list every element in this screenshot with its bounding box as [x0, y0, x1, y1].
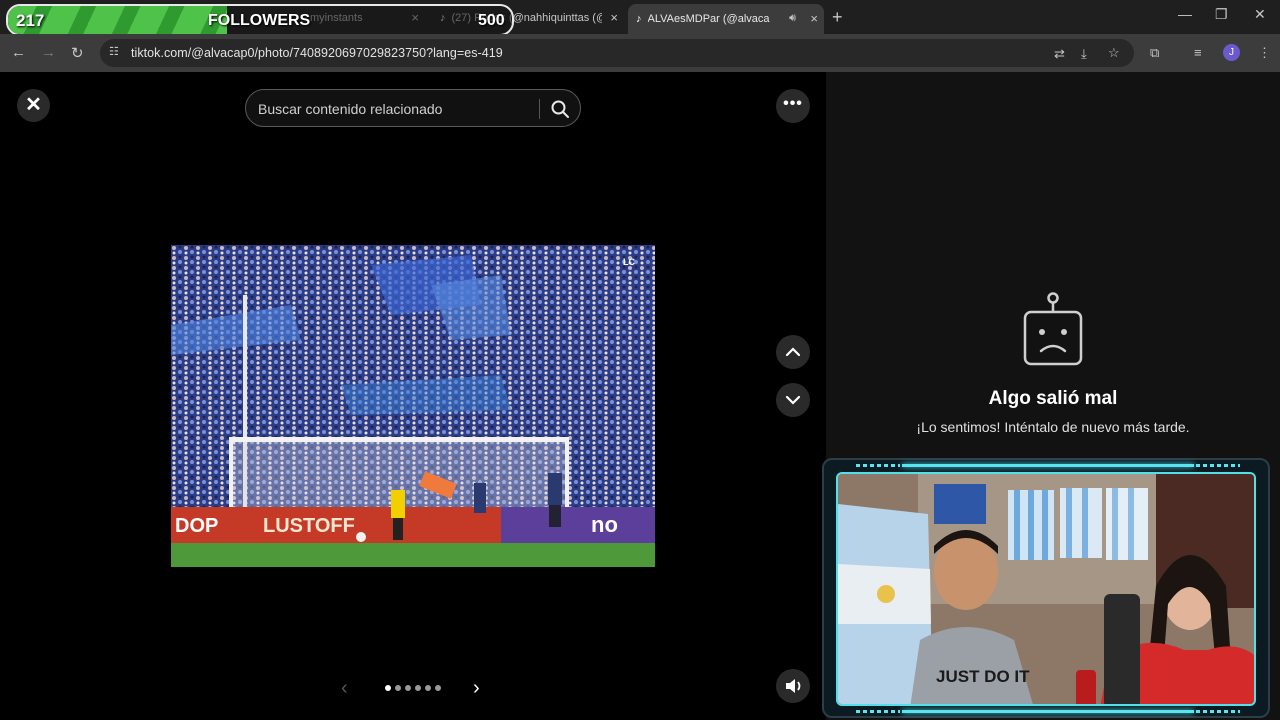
profile-avatar[interactable]: J	[1223, 44, 1240, 61]
carousel-prev-icon[interactable]: ‹	[341, 677, 348, 700]
photo-viewer: ✕ •••	[0, 72, 826, 720]
frame-accent	[1196, 710, 1240, 713]
chevron-down-icon	[785, 395, 801, 405]
translate-icon[interactable]: ⇄	[1054, 46, 1065, 62]
address-bar-row: ← → ↻ ☷ tiktok.com/@alvacap0/photo/74089…	[0, 34, 1280, 72]
extensions-icon[interactable]: ⧉	[1150, 45, 1159, 61]
webcam-feed: JUST DO IT	[836, 472, 1256, 706]
tab-title: ALVAesMDPar (@alvacap0)	[647, 13, 770, 25]
scroll-down-button[interactable]	[776, 383, 810, 417]
volume-icon	[786, 679, 801, 693]
error-title: Algo salió mal	[988, 388, 1118, 409]
streamers-image: JUST DO IT	[838, 474, 1254, 704]
webcam-overlay: JUST DO IT	[822, 458, 1270, 718]
carousel-dot[interactable]	[435, 685, 441, 691]
followers-count: 217	[16, 11, 45, 30]
bookmark-star-icon[interactable]: ☆	[1108, 45, 1120, 61]
minimize-button[interactable]: —	[1178, 6, 1192, 22]
close-viewer-button[interactable]: ✕	[17, 89, 50, 122]
frame-accent	[1196, 464, 1240, 467]
search-icon[interactable]	[550, 99, 570, 119]
frame-accent	[856, 710, 900, 713]
tiktok-favicon-icon: ♪	[636, 13, 642, 25]
volume-button[interactable]	[776, 669, 810, 703]
frame-accent	[856, 464, 900, 467]
carousel-dots	[385, 685, 441, 691]
carousel-next-icon[interactable]: ›	[473, 677, 480, 700]
restore-button[interactable]: ❐	[1215, 6, 1228, 23]
frame-accent	[902, 464, 1194, 467]
more-options-button[interactable]: •••	[776, 89, 810, 123]
chevron-up-icon	[785, 347, 801, 357]
svg-text:LUSTOFF: LUSTOFF	[263, 515, 355, 537]
url-text: tiktok.com/@alvacap0/photo/7408920697029…	[131, 46, 503, 60]
tab-close-icon[interactable]: ×	[810, 11, 818, 26]
svg-text:DOP: DOP	[175, 515, 218, 537]
carousel-dot[interactable]	[385, 685, 391, 691]
stadium-photo: DOP LUSTOFF no LC	[171, 245, 655, 567]
tab-close-icon[interactable]: ×	[610, 10, 618, 25]
url-field[interactable]: ☷ tiktok.com/@alvacap0/photo/74089206970…	[100, 39, 1134, 67]
new-tab-button[interactable]: +	[832, 7, 843, 28]
sad-robot-icon	[1023, 292, 1083, 366]
followers-goal-bar: 217 FOLLOWERS 500	[6, 4, 514, 36]
frame-accent	[902, 710, 1194, 713]
reload-icon[interactable]: ↻	[71, 44, 84, 62]
related-search-box	[245, 89, 581, 127]
carousel-dot[interactable]	[395, 685, 401, 691]
tab-audio-icon[interactable]: 🔊︎	[789, 12, 796, 25]
scroll-up-button[interactable]	[776, 335, 810, 369]
followers-label: FOLLOWERS	[208, 12, 311, 29]
carousel-dot[interactable]	[405, 685, 411, 691]
site-info-icon[interactable]: ☷	[109, 45, 119, 58]
forward-icon[interactable]: →	[41, 44, 56, 61]
carousel-dot[interactable]	[415, 685, 421, 691]
menu-kebab-icon[interactable]: ⋮	[1258, 45, 1271, 61]
post-photo: DOP LUSTOFF no LC	[171, 245, 655, 567]
install-app-icon[interactable]: ⤓	[1081, 46, 1087, 62]
carousel-dot[interactable]	[425, 685, 431, 691]
search-divider	[539, 99, 540, 119]
svg-text:JUST DO IT: JUST DO IT	[936, 667, 1030, 686]
related-search-input[interactable]	[258, 99, 528, 119]
svg-text:LC: LC	[623, 257, 635, 267]
back-icon[interactable]: ←	[11, 44, 26, 61]
followers-goal: 500	[478, 12, 505, 29]
svg-text:no: no	[591, 512, 618, 537]
tab-alvacap0[interactable]: ♪ ALVAesMDPar (@alvacap0) 🔊︎ ×	[628, 4, 824, 34]
media-control-icon[interactable]: ≡	[1194, 45, 1202, 60]
window-close-button[interactable]: ✕	[1254, 6, 1266, 23]
error-message: ¡Lo sentimos! Inténtalo de nuevo más tar…	[916, 419, 1190, 435]
